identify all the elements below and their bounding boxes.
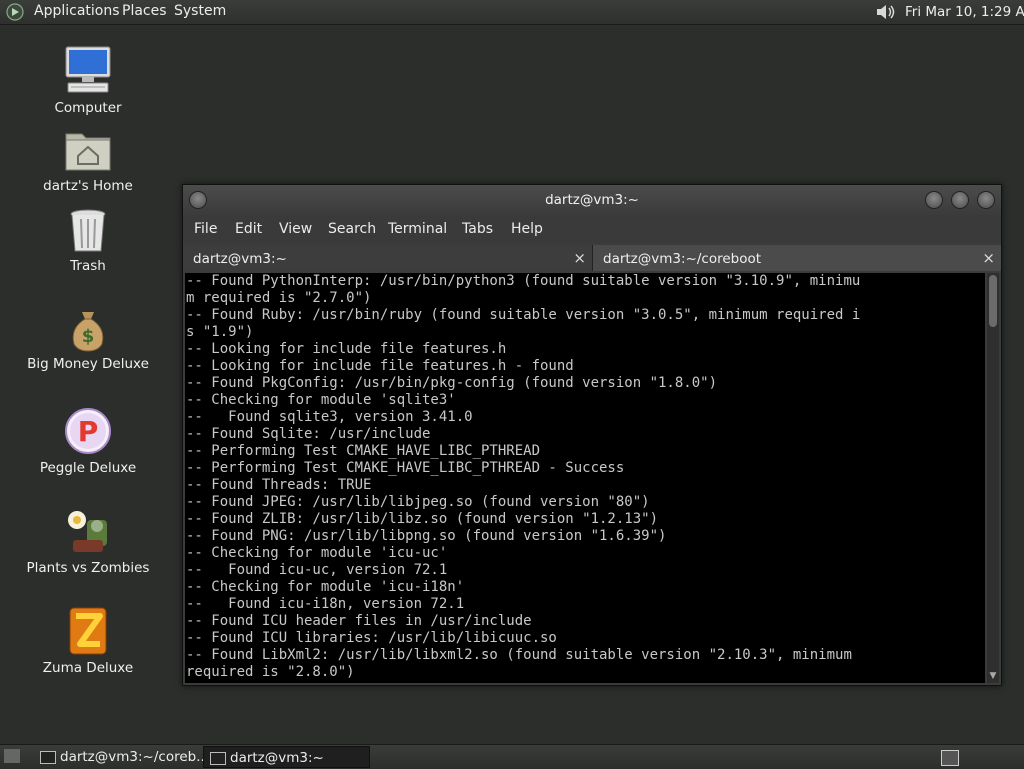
terminal-line: -- Found icu-i18n, version 72.1 xyxy=(186,596,465,612)
minimize-button[interactable] xyxy=(925,191,943,209)
menu-edit[interactable]: Edit xyxy=(235,221,262,237)
task-label: dartz@vm3:~ xyxy=(230,750,324,766)
tab-bar: dartz@vm3:~ × dartz@vm3:~/coreboot × xyxy=(183,245,1001,271)
terminal-line: -- Found sqlite3, version 3.41.0 xyxy=(186,409,473,425)
terminal-line: -- Checking for module 'sqlite3' xyxy=(186,392,456,408)
terminal-line: -- Found Ruby: /usr/bin/ruby (found suit… xyxy=(186,307,861,323)
terminal-line: -- Checking for module 'icu-uc' xyxy=(186,545,448,561)
tab-label: dartz@vm3:~/coreboot xyxy=(603,251,762,267)
desktop-icon-computer[interactable]: Computer xyxy=(18,44,158,116)
menu-view[interactable]: View xyxy=(279,221,312,237)
terminal-line: -- Found PkgConfig: /usr/bin/pkg-config … xyxy=(186,375,718,391)
desktop-icon-plants-vs-zombies[interactable]: Plants vs Zombies xyxy=(18,506,158,576)
computer-icon xyxy=(65,46,111,93)
desktop-icon-home[interactable]: dartz's Home xyxy=(18,126,158,194)
workspace-switcher[interactable] xyxy=(941,750,959,766)
desktop-icon-big-money[interactable]: $ Big Money Deluxe xyxy=(18,308,158,372)
desktop-icon-peggle[interactable]: P Peggle Deluxe xyxy=(18,406,158,476)
terminal-scrollbar[interactable]: ▼ xyxy=(987,273,999,683)
terminal-line: -- Performing Test CMAKE_HAVE_LIBC_PTHRE… xyxy=(186,460,625,476)
desktop-icon-zuma[interactable]: Zuma Deluxe xyxy=(18,606,158,676)
menu-logo-icon[interactable] xyxy=(6,3,24,21)
terminal-line: -- Found LibXml2: /usr/lib/libxml2.so (f… xyxy=(186,647,852,663)
system-menu[interactable]: System xyxy=(174,3,226,19)
terminal-line: -- Performing Test CMAKE_HAVE_LIBC_PTHRE… xyxy=(186,443,541,459)
plants-vs-zombies-icon xyxy=(68,511,107,552)
home-folder-icon xyxy=(65,133,111,171)
terminal-line: -- Found ZLIB: /usr/lib/libz.so (found v… xyxy=(186,511,659,527)
desktop-icon-label: Peggle Deluxe xyxy=(39,460,137,476)
desktop-icon-label: dartz's Home xyxy=(43,178,133,194)
show-desktop-icon[interactable] xyxy=(4,749,20,763)
terminal-line: -- Found Threads: TRUE xyxy=(186,477,372,493)
terminal-line: -- Found Sqlite: /usr/include xyxy=(186,426,431,442)
taskbar-item-home[interactable]: dartz@vm3:~ xyxy=(203,746,370,768)
terminal-line: s "1.9") xyxy=(186,324,254,340)
peggle-icon: P xyxy=(65,408,111,454)
menu-help[interactable]: Help xyxy=(511,221,543,237)
terminal-menubar: File Edit View Search Terminal Tabs Help xyxy=(183,215,1001,243)
places-menu[interactable]: Places xyxy=(122,3,167,19)
svg-text:$: $ xyxy=(82,326,95,347)
tab-close-icon[interactable]: × xyxy=(982,249,995,267)
terminal-line: -- Checking for module 'icu-i18n' xyxy=(186,579,465,595)
svg-text:P: P xyxy=(78,415,99,448)
close-button[interactable] xyxy=(977,191,995,209)
menu-search[interactable]: Search xyxy=(328,221,376,237)
terminal-output[interactable]: -- Found PythonInterp: /usr/bin/python3 … xyxy=(185,273,985,683)
menu-tabs[interactable]: Tabs xyxy=(462,221,493,237)
tab-coreboot[interactable]: dartz@vm3:~/coreboot × xyxy=(593,245,1001,271)
terminal-line: -- Found PythonInterp: /usr/bin/python3 … xyxy=(186,273,861,289)
terminal-line: -- Looking for include file features.h -… xyxy=(186,358,574,374)
terminal-line: -- Found ICU libraries: /usr/lib/libicuu… xyxy=(186,630,557,646)
desktop-icon-trash[interactable]: Trash xyxy=(18,206,158,274)
terminal-line: -- Looking for include file features.h xyxy=(186,341,507,357)
task-label: dartz@vm3:~/coreb... xyxy=(60,749,210,765)
terminal-line: required is "2.8.0") xyxy=(186,664,355,680)
tab-close-icon[interactable]: × xyxy=(573,249,586,267)
desktop-icon-label: Computer xyxy=(54,100,122,116)
clock[interactable]: Fri Mar 10, 1:29 AM xyxy=(905,4,1024,20)
tab-label: dartz@vm3:~ xyxy=(193,251,287,267)
bottom-panel: dartz@vm3:~/coreb... dartz@vm3:~ xyxy=(0,744,1024,769)
scroll-down-arrow-icon[interactable]: ▼ xyxy=(987,671,999,683)
volume-icon[interactable] xyxy=(875,3,897,21)
menu-terminal[interactable]: Terminal xyxy=(388,221,447,237)
desktop-icon-label: Trash xyxy=(70,258,106,274)
desktop-icon-label: Zuma Deluxe xyxy=(42,660,134,676)
desktop-icon-label: Big Money Deluxe xyxy=(27,356,149,372)
tab-home[interactable]: dartz@vm3:~ × xyxy=(183,245,593,271)
taskbar-item-coreboot[interactable]: dartz@vm3:~/coreb... xyxy=(34,746,209,768)
window-title: dartz@vm3:~ xyxy=(545,192,639,208)
top-panel: Applications Places System Fri Mar 10, 1… xyxy=(0,0,1024,25)
desktop-icon-label: Plants vs Zombies xyxy=(26,560,150,576)
terminal-line: -- Found PNG: /usr/lib/libpng.so (found … xyxy=(186,528,667,544)
terminal-line: -- Found JPEG: /usr/lib/libjpeg.so (foun… xyxy=(186,494,650,510)
menu-file[interactable]: File xyxy=(194,221,217,237)
terminal-line: m required is "2.7.0") xyxy=(186,290,372,306)
terminal-icon xyxy=(40,751,56,764)
terminal-line: -- Found icu-uc, version 72.1 xyxy=(186,562,448,578)
terminal-window[interactable]: dartz@vm3:~ File Edit View Search Termin… xyxy=(182,184,1002,686)
money-bag-icon: $ xyxy=(72,312,104,352)
trash-icon xyxy=(70,209,106,252)
zuma-icon xyxy=(69,607,107,655)
window-titlebar[interactable]: dartz@vm3:~ xyxy=(183,185,1001,215)
terminal-line: -- Found ICU header files in /usr/includ… xyxy=(186,613,532,629)
maximize-button[interactable] xyxy=(951,191,969,209)
terminal-icon xyxy=(210,752,226,765)
scrollbar-thumb[interactable] xyxy=(989,275,997,327)
terminal-text: -- Found PythonInterp: /usr/bin/python3 … xyxy=(185,273,985,681)
applications-menu[interactable]: Applications xyxy=(34,3,120,19)
